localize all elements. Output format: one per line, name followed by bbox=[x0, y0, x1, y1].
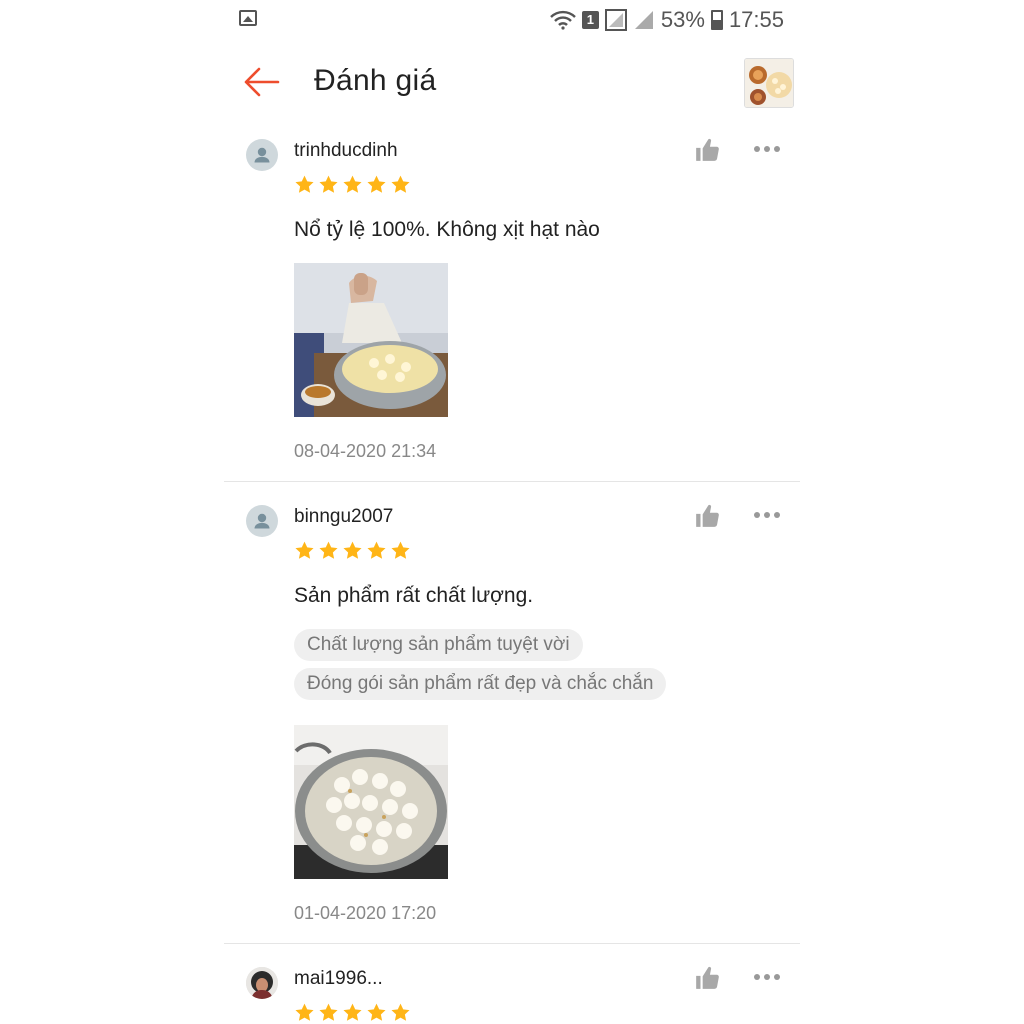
more-options-button[interactable] bbox=[754, 508, 782, 522]
review-photo[interactable] bbox=[294, 263, 448, 417]
star-icon bbox=[390, 174, 411, 195]
thumbs-up-icon bbox=[694, 137, 720, 163]
signal-icon bbox=[604, 9, 627, 31]
page-title: Đánh giá bbox=[314, 64, 437, 97]
review-comment: Sản phẩm rất chất lượng. bbox=[294, 584, 534, 607]
divider bbox=[224, 943, 800, 944]
star-icon bbox=[390, 1002, 411, 1023]
review-comment: Nổ tỷ lệ 100%. Không xịt hạt nào bbox=[294, 218, 600, 241]
star-icon bbox=[366, 1002, 387, 1023]
phone-screen: 1 53% 17:55 Đánh giá trinhducdinh Nổ tỷ … bbox=[224, 0, 800, 1024]
more-options-button[interactable] bbox=[754, 970, 782, 984]
avatar[interactable] bbox=[246, 967, 278, 999]
star-icon bbox=[366, 540, 387, 561]
status-bar: 1 53% 17:55 bbox=[224, 0, 800, 40]
review-date: 08-04-2020 21:34 bbox=[294, 441, 437, 461]
star-icon bbox=[294, 1002, 315, 1023]
battery-percent: 53% bbox=[660, 7, 705, 32]
star-icon bbox=[318, 174, 339, 195]
review-tag: Đóng gói sản phẩm rất đẹp và chắc chắn bbox=[294, 668, 667, 700]
divider bbox=[224, 481, 800, 482]
review-photo[interactable] bbox=[294, 725, 448, 879]
back-button[interactable] bbox=[242, 62, 282, 102]
app-header: Đánh giá bbox=[224, 40, 800, 126]
status-bar-right: 1 53% 17:55 bbox=[550, 6, 784, 34]
avatar[interactable] bbox=[246, 139, 278, 171]
wifi-icon bbox=[550, 10, 576, 30]
thumbs-up-icon bbox=[694, 503, 720, 529]
product-thumbnail[interactable] bbox=[744, 58, 794, 108]
review-username: trinhducdinh bbox=[294, 140, 398, 161]
rating-stars bbox=[294, 1002, 411, 1023]
person-icon bbox=[246, 139, 278, 171]
like-button[interactable] bbox=[694, 503, 720, 529]
review-date: 01-04-2020 17:20 bbox=[294, 903, 437, 923]
star-icon bbox=[390, 540, 411, 561]
star-icon bbox=[342, 174, 363, 195]
star-icon bbox=[294, 174, 315, 195]
thumbs-up-icon bbox=[694, 965, 720, 991]
arrow-left-icon bbox=[244, 67, 280, 97]
star-icon bbox=[318, 540, 339, 561]
signal-2-icon bbox=[633, 9, 655, 31]
person-icon bbox=[246, 505, 278, 537]
battery-icon bbox=[710, 10, 723, 30]
rating-stars bbox=[294, 540, 411, 561]
star-icon bbox=[318, 1002, 339, 1023]
gallery-notification-icon bbox=[239, 10, 257, 26]
star-icon bbox=[366, 174, 387, 195]
star-icon bbox=[342, 540, 363, 561]
clock: 17:55 bbox=[728, 7, 784, 32]
more-options-button[interactable] bbox=[754, 142, 782, 156]
review-tag: Chất lượng sản phẩm tuyệt vời bbox=[294, 629, 583, 661]
review-username: binngu2007 bbox=[294, 506, 394, 527]
rating-stars bbox=[294, 174, 411, 195]
avatar[interactable] bbox=[246, 505, 278, 537]
like-button[interactable] bbox=[694, 965, 720, 991]
sim-badge: 1 bbox=[581, 11, 599, 29]
star-icon bbox=[342, 1002, 363, 1023]
star-icon bbox=[294, 540, 315, 561]
like-button[interactable] bbox=[694, 137, 720, 163]
review-username: mai1996... bbox=[294, 968, 383, 989]
